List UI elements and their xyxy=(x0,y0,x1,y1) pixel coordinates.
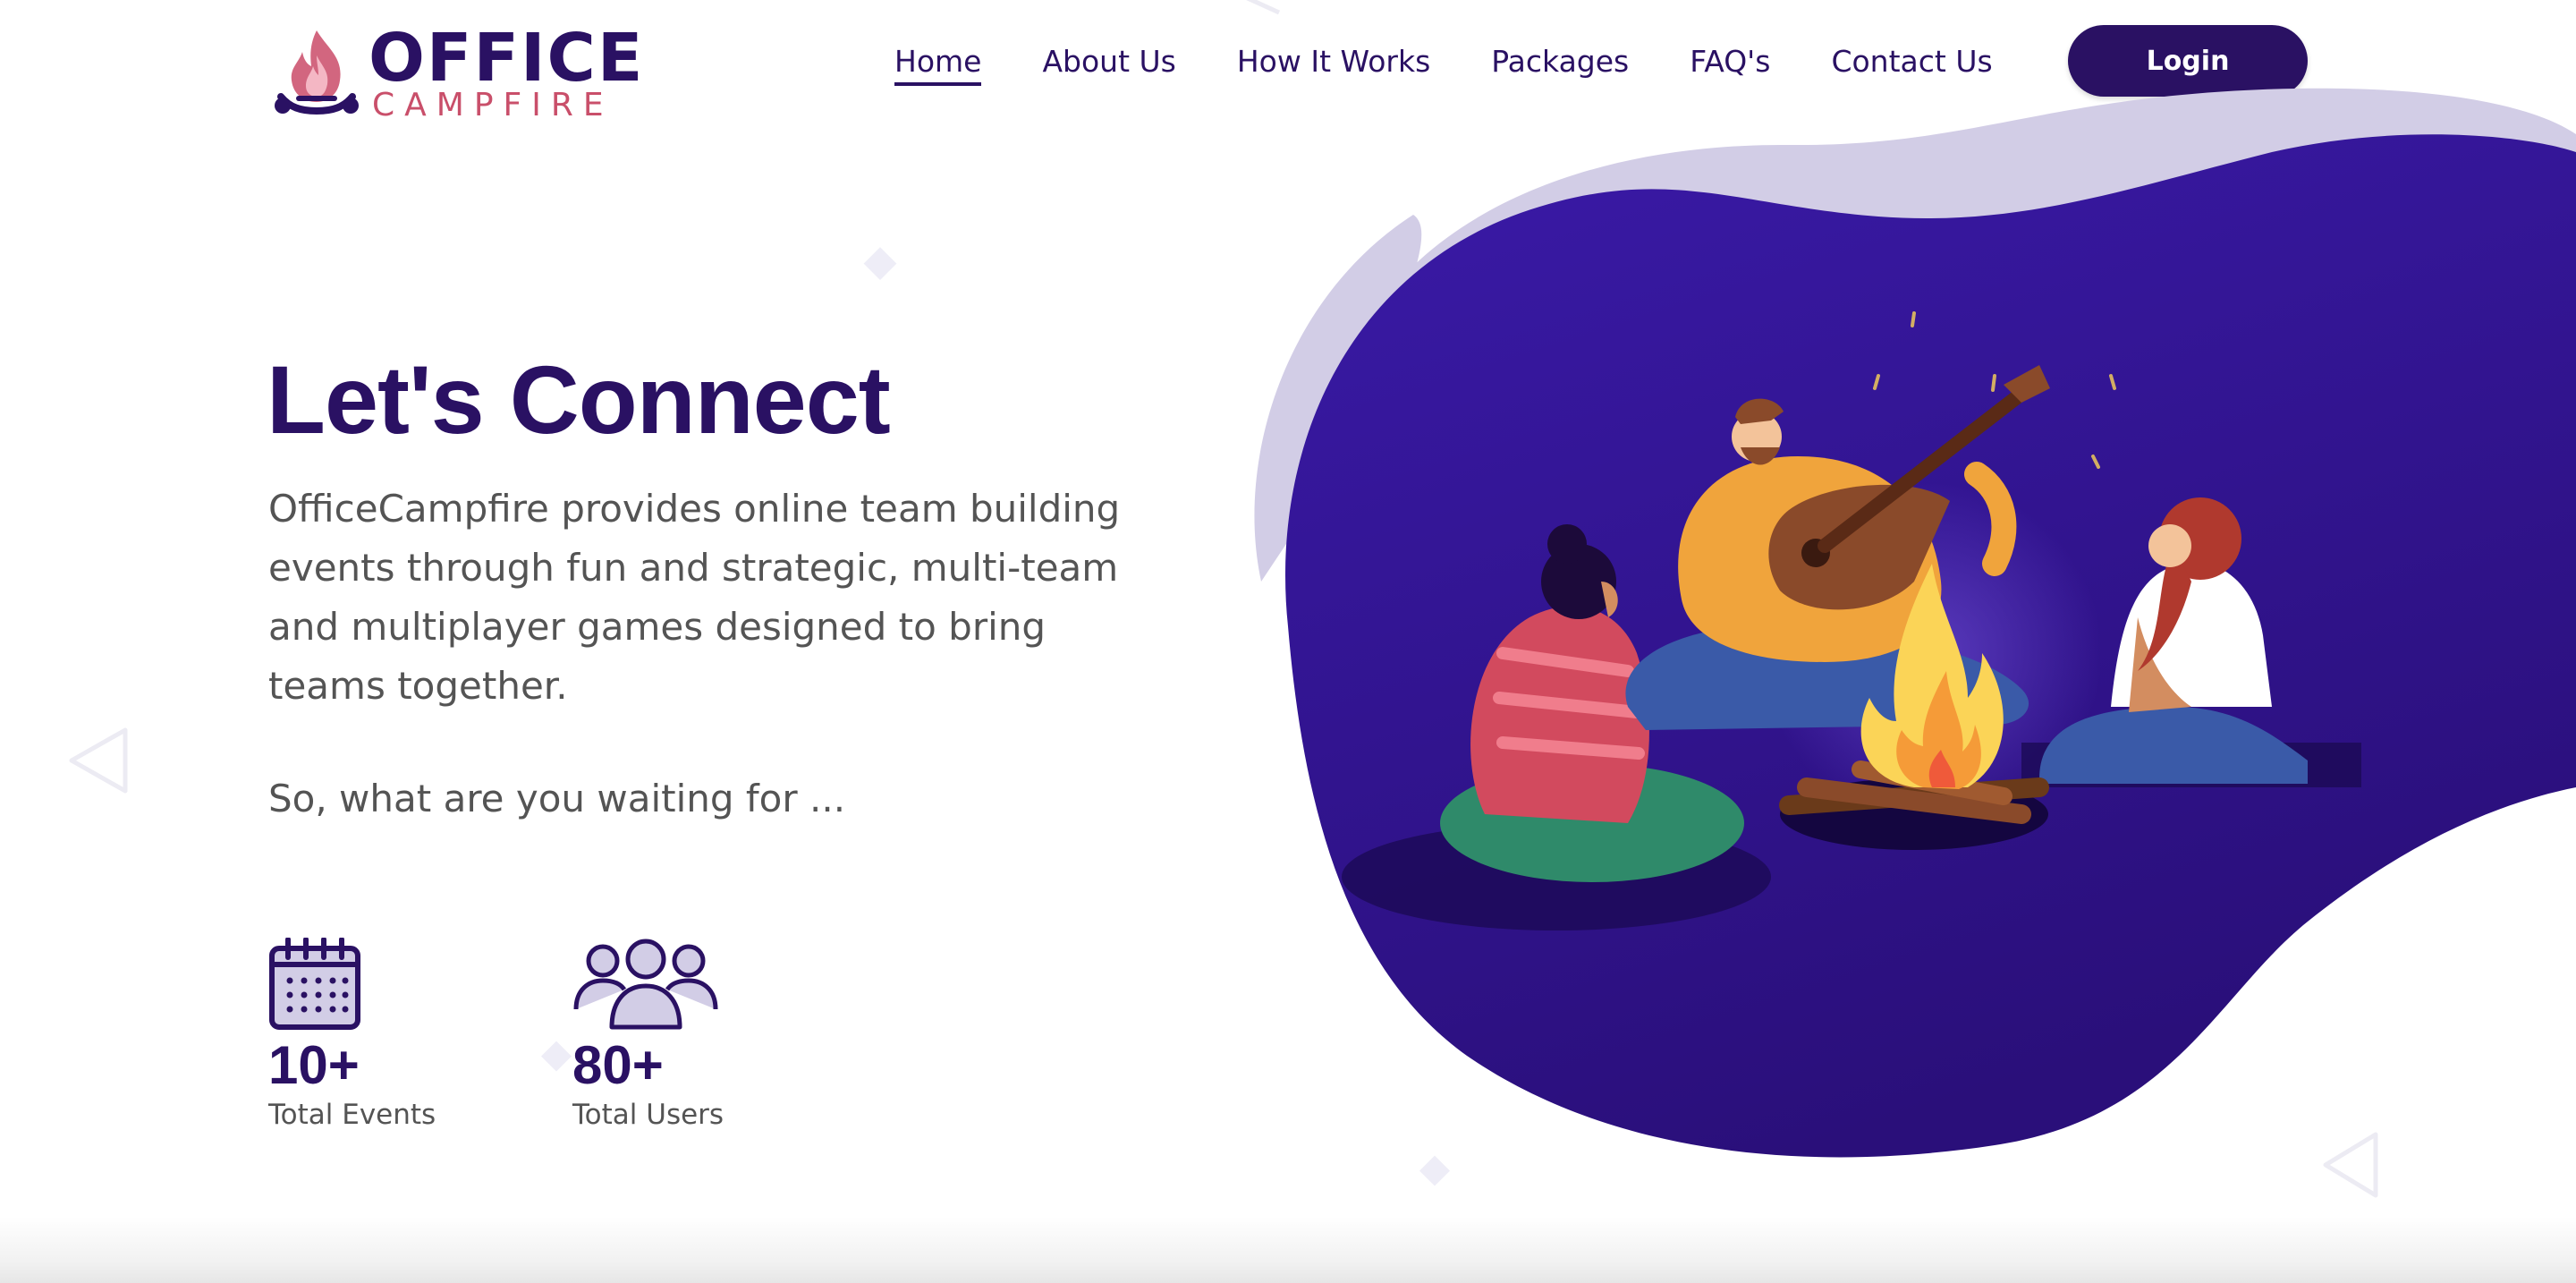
decorative-triangle-shape xyxy=(1246,0,1281,15)
nav-link-packages[interactable]: Packages xyxy=(1491,44,1629,79)
calendar-icon xyxy=(269,938,360,1030)
campfire-illustration xyxy=(1254,88,2576,1158)
decorative-triangle-shape xyxy=(69,727,128,794)
page-bottom-edge xyxy=(0,1217,2576,1283)
nav-link-faqs[interactable]: FAQ's xyxy=(1690,44,1770,79)
stat-total-events: 10+ Total Events xyxy=(268,938,436,1131)
landing-page: OFFICE CAMPFIRE Home About Us How It Wor… xyxy=(0,0,2576,1283)
campfire-logo-icon xyxy=(275,30,359,115)
logo-line-campfire: CAMPFIRE xyxy=(372,87,614,123)
stat-users-label: Total Users xyxy=(572,1099,724,1131)
decorative-diamond-shape xyxy=(863,247,897,280)
logo-line-office: OFFICE xyxy=(369,20,645,97)
decorative-diamond-shape xyxy=(541,1041,572,1072)
stat-events-label: Total Events xyxy=(268,1099,436,1131)
nav-link-how-it-works[interactable]: How It Works xyxy=(1237,44,1430,79)
stat-events-value: 10+ xyxy=(268,1035,360,1095)
nav-link-home[interactable]: Home xyxy=(894,44,982,86)
logo-wordmark: OFFICE CAMPFIRE xyxy=(369,20,655,123)
office-campfire-logo[interactable]: OFFICE CAMPFIRE xyxy=(272,25,648,123)
hero-subtext: So, what are you waiting for ... xyxy=(268,777,846,820)
nav-link-contact-us[interactable]: Contact Us xyxy=(1831,44,1992,79)
hero-description: OfficeCampfire provides online team buil… xyxy=(268,487,1121,708)
hero-title: Let's Connect xyxy=(267,345,891,454)
stat-total-users: 80+ Total Users xyxy=(572,938,724,1131)
users-icon xyxy=(573,939,718,1030)
stat-users-value: 80+ xyxy=(572,1035,664,1095)
nav-link-about-us[interactable]: About Us xyxy=(1042,44,1175,79)
